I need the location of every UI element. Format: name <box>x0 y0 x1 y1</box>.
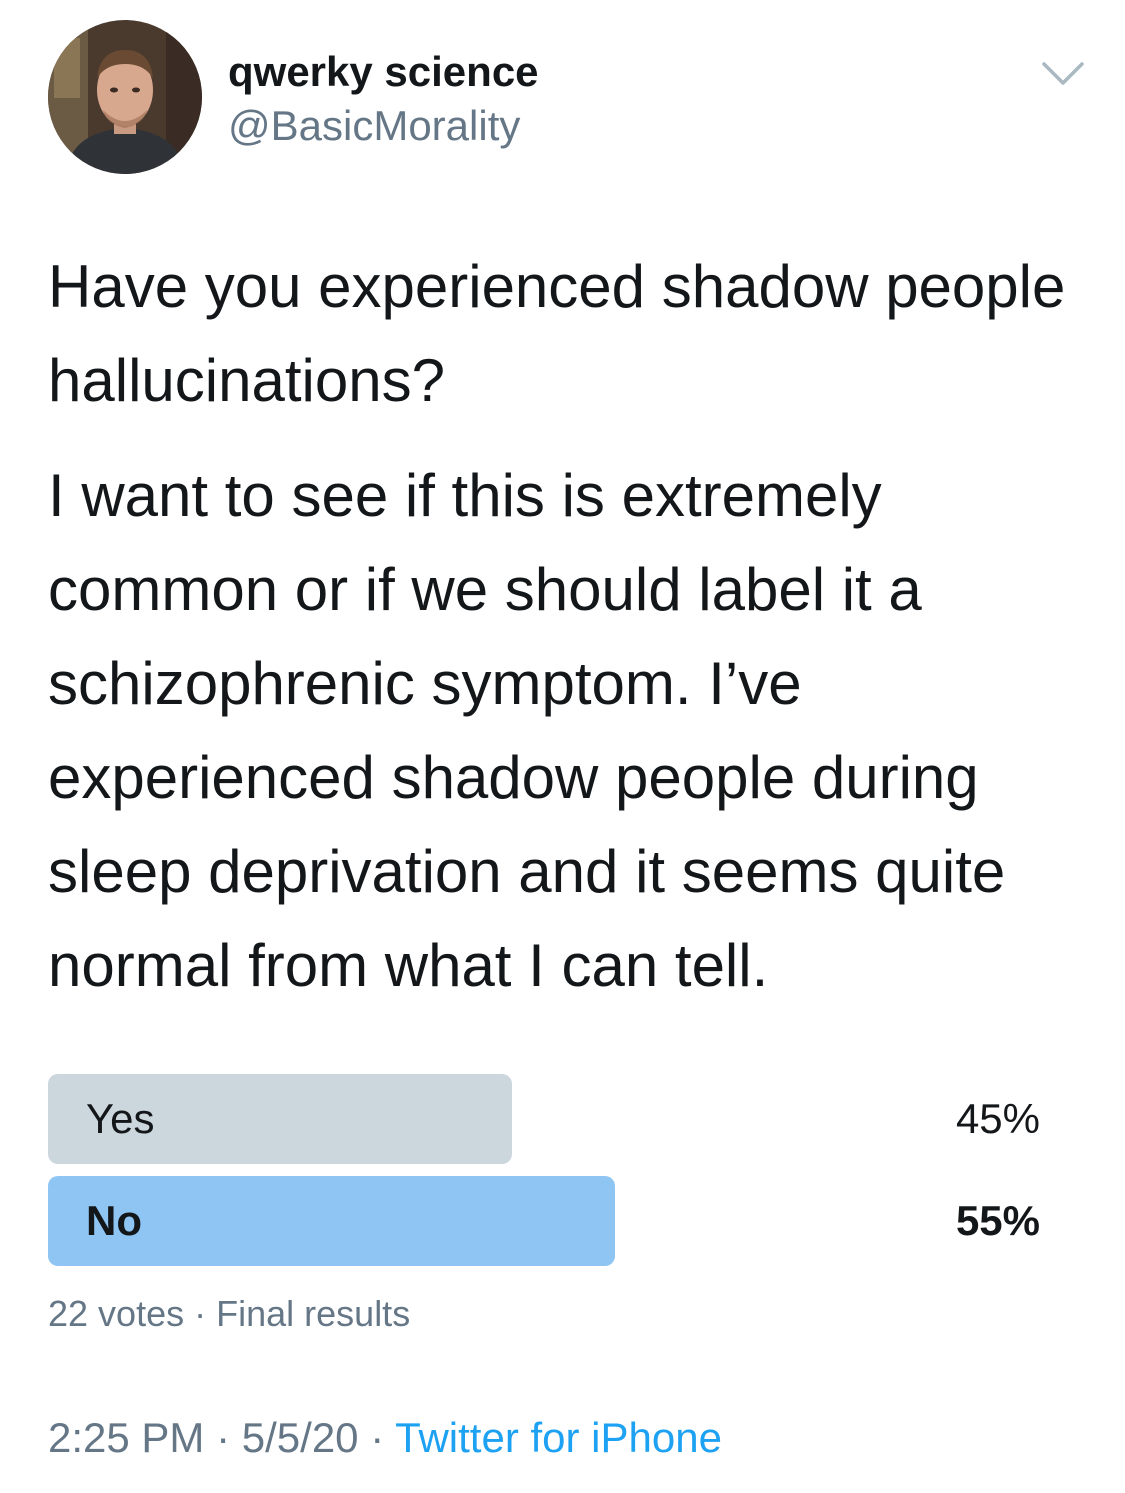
avatar-photo <box>48 20 202 174</box>
author-display-name[interactable]: qwerky science <box>228 46 539 98</box>
poll-status: Final results <box>216 1293 411 1334</box>
tweet-text: Have you experienced shadow people hallu… <box>48 240 1078 1034</box>
separator: · <box>216 1414 231 1461</box>
poll-option-percent: 55% <box>955 1197 1040 1244</box>
tweet-time: 2:25 PM <box>48 1414 205 1461</box>
tweet-date: 5/5/20 <box>241 1414 359 1461</box>
author-handle[interactable]: @BasicMorality <box>228 100 520 152</box>
poll-option-no[interactable]: No 55% <box>48 1176 1048 1266</box>
poll-vote-count: 22 votes <box>48 1293 185 1334</box>
tweet-paragraph: I want to see if this is extremely commo… <box>48 462 1006 999</box>
separator: · <box>370 1414 385 1461</box>
chevron-down-icon[interactable] <box>1040 56 1086 92</box>
poll-summary: 22 votes · Final results <box>48 1290 410 1338</box>
poll-option-label: Yes <box>86 1095 155 1142</box>
tweet-timestamp: 2:25 PM · 5/5/20 · Twitter for iPhone <box>48 1410 722 1466</box>
avatar[interactable] <box>48 20 202 174</box>
tweet-paragraph: Have you experienced shadow people hallu… <box>48 253 1066 414</box>
tweet-source-link[interactable]: Twitter for iPhone <box>395 1414 722 1461</box>
poll-option-yes[interactable]: Yes 45% <box>48 1074 1048 1164</box>
poll-option-percent: 45% <box>955 1095 1040 1142</box>
separator: · <box>194 1293 207 1334</box>
poll-option-label: No <box>86 1197 142 1244</box>
